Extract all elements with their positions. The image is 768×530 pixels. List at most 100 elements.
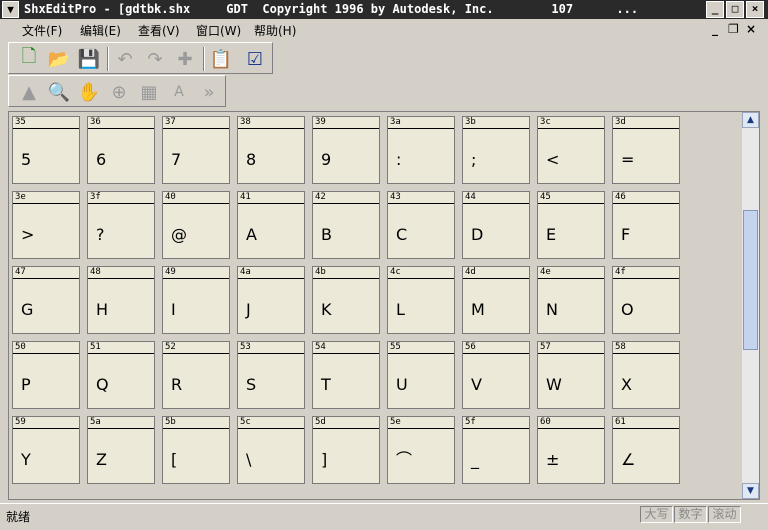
glyph-cell[interactable]: 49 I bbox=[162, 266, 230, 334]
cell-divider bbox=[238, 428, 304, 429]
glyph-cell[interactable]: 3a: bbox=[387, 116, 455, 184]
glyph-cell[interactable]: 3b; bbox=[462, 116, 530, 184]
glyph-cell[interactable]: 5a Z bbox=[87, 416, 155, 484]
cell-divider bbox=[13, 428, 79, 429]
pointer-icon[interactable]: ▲ bbox=[17, 80, 41, 104]
glyph-code: 3d bbox=[615, 117, 626, 127]
menu-view[interactable]: 查看(V) bbox=[138, 22, 180, 39]
zoom-out-icon[interactable]: 🔍 bbox=[47, 80, 71, 104]
glyph-char: ∠ bbox=[621, 450, 636, 469]
glyph-cell[interactable]: 52 R bbox=[162, 341, 230, 409]
glyph-cell[interactable]: 5c \ bbox=[237, 416, 305, 484]
glyph-cell[interactable]: 58 X bbox=[612, 341, 680, 409]
glyph-cell[interactable]: 45 E bbox=[537, 191, 605, 259]
pan-icon[interactable]: ✋ bbox=[77, 80, 101, 104]
menu-window[interactable]: 窗口(W) bbox=[196, 22, 241, 39]
glyph-view[interactable]: 35 5 36 6 37 7 38 8 39 9 3a:3b; 3c <3d = 3e >3f? 40 @41 A 4… bbox=[8, 111, 760, 500]
glyph-cell[interactable]: 38 8 bbox=[237, 116, 305, 184]
new-icon[interactable]: 🗋 bbox=[17, 46, 41, 71]
glyph-cell[interactable]: 43 C bbox=[387, 191, 455, 259]
glyph-cell[interactable]: 5f _ bbox=[462, 416, 530, 484]
glyph-code: 50 bbox=[15, 342, 26, 352]
grid-icon[interactable]: ▦ bbox=[137, 80, 161, 104]
cell-divider bbox=[613, 203, 679, 204]
vertical-scrollbar[interactable]: ▲ ▼ bbox=[742, 112, 759, 499]
glyph-cell[interactable]: 5e ⌒ bbox=[387, 416, 455, 484]
glyph-cell[interactable]: 44 D bbox=[462, 191, 530, 259]
menu-edit[interactable]: 编辑(E) bbox=[80, 22, 121, 39]
glyph-char: < bbox=[546, 150, 560, 169]
mdi-close-icon[interactable]: × bbox=[746, 22, 756, 36]
glyph-cell[interactable]: 59 Y bbox=[12, 416, 80, 484]
glyph-cell[interactable]: 42 B bbox=[312, 191, 380, 259]
save-icon[interactable]: 💾 bbox=[77, 47, 101, 71]
zoom-in-icon[interactable]: ⊕ bbox=[107, 80, 131, 104]
minimize-icon[interactable]: _ bbox=[706, 1, 724, 18]
text-icon[interactable]: A bbox=[167, 80, 191, 104]
glyph-cell[interactable]: 47 G bbox=[12, 266, 80, 334]
fast-forward-icon[interactable]: » bbox=[197, 80, 221, 104]
glyph-cell[interactable]: 37 7 bbox=[162, 116, 230, 184]
glyph-cell[interactable]: 48 H bbox=[87, 266, 155, 334]
glyph-char: M bbox=[471, 300, 485, 319]
glyph-cell[interactable]: 5b [ bbox=[162, 416, 230, 484]
glyph-cell[interactable]: 35 5 bbox=[12, 116, 80, 184]
glyph-cell[interactable]: 3e > bbox=[12, 191, 80, 259]
glyph-cell[interactable]: 46 F bbox=[612, 191, 680, 259]
glyph-code: 4f bbox=[615, 267, 626, 277]
glyph-cell[interactable]: 56 V bbox=[462, 341, 530, 409]
glyph-cell[interactable]: 54 T bbox=[312, 341, 380, 409]
glyph-code: 59 bbox=[15, 417, 26, 427]
glyph-char: 7 bbox=[171, 150, 182, 169]
checklist-icon[interactable]: ☑ bbox=[243, 47, 267, 71]
glyph-cell[interactable]: 55 U bbox=[387, 341, 455, 409]
glyph-cell[interactable]: 3f? bbox=[87, 191, 155, 259]
title-bar[interactable]: ▼ ShxEditPro - [gdtbk.shx GDT Copyright … bbox=[0, 0, 768, 19]
glyph-cell[interactable]: 60 ± bbox=[537, 416, 605, 484]
glyph-cell[interactable]: 3d = bbox=[612, 116, 680, 184]
redo-icon[interactable]: ↷ bbox=[143, 47, 167, 71]
window-title: ShxEditPro - [gdtbk.shx GDT Copyright 19… bbox=[24, 2, 639, 16]
glyph-code: 3e bbox=[15, 192, 26, 202]
scroll-up-icon[interactable]: ▲ bbox=[742, 112, 759, 128]
mdi-restore-icon[interactable]: ❐ bbox=[728, 22, 739, 36]
glyph-code: 45 bbox=[540, 192, 551, 202]
open-icon[interactable]: 📂 bbox=[47, 47, 71, 71]
glyph-cell[interactable]: 39 9 bbox=[312, 116, 380, 184]
glyph-cell[interactable]: 53 S bbox=[237, 341, 305, 409]
cell-divider bbox=[388, 428, 454, 429]
glyph-code: 52 bbox=[165, 342, 176, 352]
glyph-code: 3a bbox=[390, 117, 401, 127]
glyph-cell[interactable]: 36 6 bbox=[87, 116, 155, 184]
scroll-down-icon[interactable]: ▼ bbox=[742, 483, 759, 499]
glyph-cell[interactable]: 51 Q bbox=[87, 341, 155, 409]
glyph-char: [ bbox=[171, 450, 178, 469]
mdi-minimize-icon[interactable]: _ bbox=[712, 22, 718, 36]
glyph-code: 56 bbox=[465, 342, 476, 352]
scroll-thumb[interactable] bbox=[743, 210, 758, 350]
glyph-cell[interactable]: 57 W bbox=[537, 341, 605, 409]
maximize-icon[interactable]: □ bbox=[726, 1, 744, 18]
glyph-cell[interactable]: 61 ∠ bbox=[612, 416, 680, 484]
glyph-cell[interactable]: 4d M bbox=[462, 266, 530, 334]
undo-icon[interactable]: ↶ bbox=[113, 47, 137, 71]
puzzle-icon[interactable]: ✚ bbox=[173, 47, 197, 71]
glyph-cell[interactable]: 4c L bbox=[387, 266, 455, 334]
close-icon[interactable]: × bbox=[746, 1, 764, 18]
glyph-cell[interactable]: 4a J bbox=[237, 266, 305, 334]
glyph-cell[interactable]: 3c < bbox=[537, 116, 605, 184]
cell-divider bbox=[13, 353, 79, 354]
glyph-cell[interactable]: 40 @ bbox=[162, 191, 230, 259]
cell-divider bbox=[13, 128, 79, 129]
glyph-cell[interactable]: 5d] bbox=[312, 416, 380, 484]
menu-file[interactable]: 文件(F) bbox=[22, 22, 62, 39]
clipboard-icon[interactable]: 📋 bbox=[209, 47, 233, 71]
glyph-cell[interactable]: 4b K bbox=[312, 266, 380, 334]
cell-divider bbox=[388, 203, 454, 204]
chevron-down-icon[interactable]: ▼ bbox=[2, 1, 19, 18]
glyph-cell[interactable]: 4f O bbox=[612, 266, 680, 334]
glyph-cell[interactable]: 50 P bbox=[12, 341, 80, 409]
glyph-cell[interactable]: 41 A bbox=[237, 191, 305, 259]
menu-help[interactable]: 帮助(H) bbox=[254, 22, 296, 39]
glyph-cell[interactable]: 4e N bbox=[537, 266, 605, 334]
